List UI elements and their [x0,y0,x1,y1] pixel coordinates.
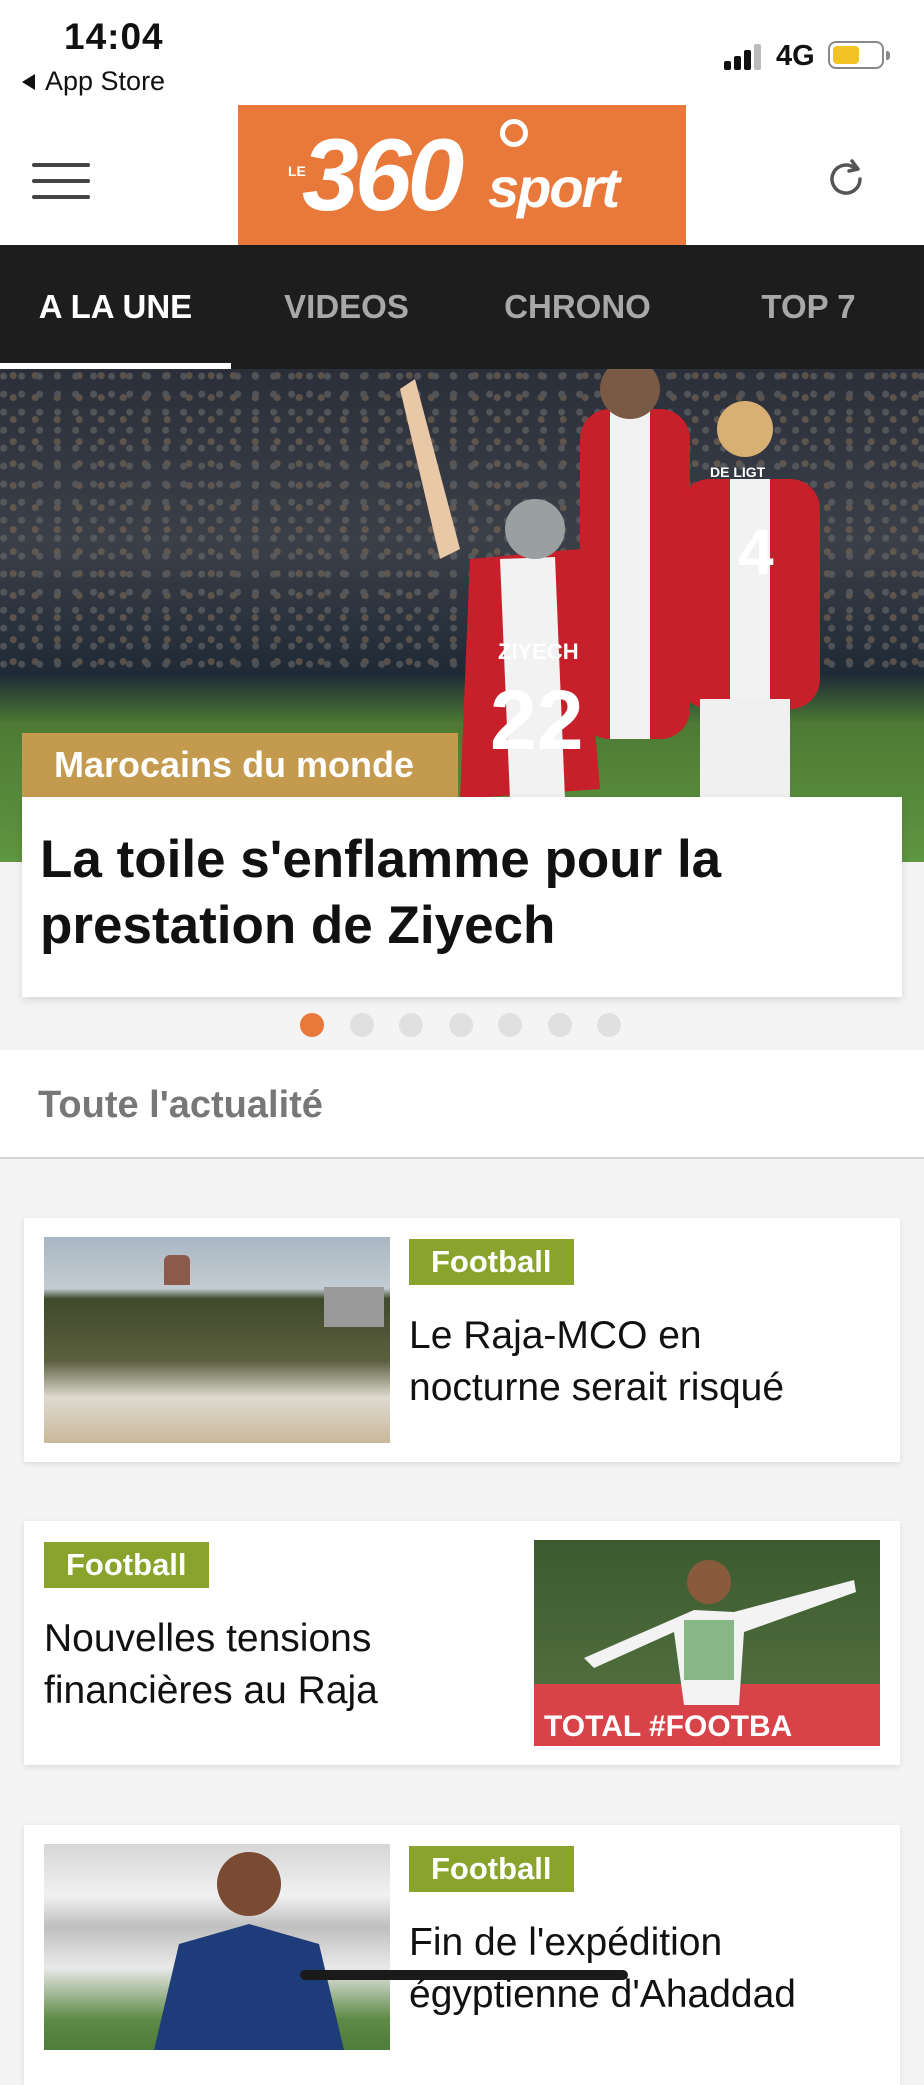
back-label: App Store [45,66,166,96]
status-time: 14:04 [64,16,164,57]
teammates-figure: DE LIGT 4 [580,369,820,799]
article-card[interactable]: Football Nouvelles tensions financières … [24,1521,900,1765]
tab-videos[interactable]: VIDEOS [231,245,462,369]
logo-degree [500,119,528,147]
status-bar: 14:04 App Store 4G [0,0,924,105]
back-arrow-icon [22,73,35,90]
back-to-app-store[interactable]: App Store [22,66,165,97]
tab-bar: A LA UNE VIDEOS CHRONO TOP 7 [0,245,924,369]
home-indicator[interactable] [300,1970,628,1980]
article-thumbnail[interactable]: TOTAL #FOOTBA [534,1540,880,1746]
jersey-number-2: 4 [738,516,774,588]
article-thumbnail[interactable] [44,1844,390,2050]
hero-title-card[interactable]: La toile s'enflamme pour la prestation d… [22,797,902,997]
app-header: LE 360 sport [0,105,924,245]
hero-category-tag[interactable]: Marocains du monde [22,733,458,797]
section-title: Toute l'actualité [38,1084,323,1126]
article-thumbnail[interactable] [44,1237,390,1443]
menu-icon[interactable] [32,163,90,201]
carousel-dot[interactable] [498,1013,522,1037]
article-title[interactable]: Le Raja-MCO en nocturne serait risqué [409,1310,849,1414]
logo-suffix: sport [488,156,620,219]
section-header: Toute l'actualité [0,1050,924,1159]
tab-a-la-une[interactable]: A LA UNE [0,245,231,369]
signal-icon [724,42,766,70]
carousel-dot[interactable] [449,1013,473,1037]
article-card[interactable]: Football Le Raja-MCO en nocturne serait … [24,1218,900,1462]
hero-title: La toile s'enflamme pour la prestation d… [40,830,722,955]
article-category-tag[interactable]: Football [409,1239,574,1285]
carousel-dot[interactable] [399,1013,423,1037]
carousel-dot[interactable] [597,1013,621,1037]
carousel-dot[interactable] [548,1013,572,1037]
tab-top-7[interactable]: TOP 7 [693,245,924,369]
logo-number: 360 [302,118,464,232]
article-title[interactable]: Fin de l'expédition égyptienne d'Ahaddad [409,1917,849,2021]
article-category-tag[interactable]: Football [409,1846,574,1892]
tab-chrono[interactable]: CHRONO [462,245,693,369]
carousel-dot[interactable] [300,1013,324,1037]
banner-text: TOTAL #FOOTBA [544,1710,792,1743]
article-card[interactable]: Football Fin de l'expédition égyptienne … [24,1825,900,2085]
logo[interactable]: LE 360 sport [238,105,686,245]
network-label: 4G [776,40,815,72]
article-category-tag[interactable]: Football [44,1542,209,1588]
article-title[interactable]: Nouvelles tensions financières au Raja [44,1613,444,1717]
refresh-icon[interactable] [822,155,870,203]
jersey-name-2: DE LIGT [710,464,766,480]
carousel-dot[interactable] [350,1013,374,1037]
battery-icon [828,41,890,69]
